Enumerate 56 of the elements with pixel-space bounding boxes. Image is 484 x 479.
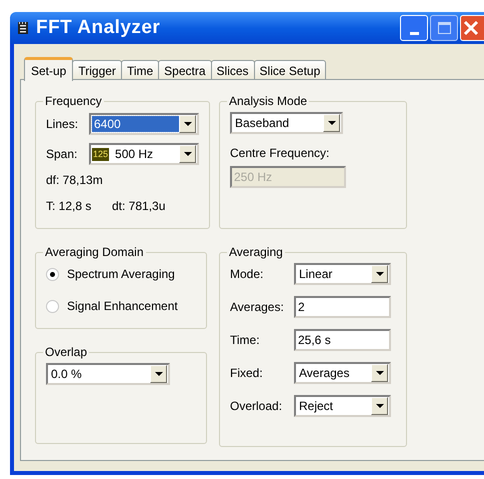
minimize-button[interactable]: [400, 15, 428, 41]
group-title: Frequency: [44, 93, 103, 110]
field-label: Averages:: [230, 299, 285, 316]
tab[interactable]: Spectra: [158, 60, 212, 80]
group-title: Averaging: [228, 244, 284, 261]
input-field[interactable]: 2: [294, 296, 391, 318]
caret-icon: [376, 272, 384, 276]
dropdown[interactable]: Linear: [294, 263, 391, 285]
readout-text: df: 78,13m: [46, 172, 104, 189]
dropdown-arrow-button[interactable]: [323, 114, 340, 132]
number-format-icon: 125: [92, 148, 110, 160]
group-title: Averaging Domain: [44, 244, 145, 261]
readout-text: T: 12,8 s: [46, 198, 92, 215]
radio-label: Signal Enhancement: [67, 298, 178, 315]
tab[interactable]: Slice Setup: [254, 60, 326, 80]
radio-button[interactable]: [46, 300, 59, 312]
tab[interactable]: Slices: [210, 60, 255, 80]
close-icon: [463, 20, 479, 36]
field-label: Span:: [46, 146, 78, 163]
dropdown[interactable]: 125 500 Hz: [89, 143, 199, 165]
dropdown[interactable]: 6400: [89, 113, 199, 135]
dropdown-arrow-button[interactable]: [179, 115, 196, 133]
field-label: Mode:: [230, 266, 264, 283]
field-label: Fixed:: [230, 365, 264, 382]
field-label: Centre Frequency:: [230, 145, 330, 162]
dropdown-arrow-button[interactable]: [371, 397, 388, 415]
dropdown[interactable]: 0.0 %: [46, 363, 170, 385]
group-title: Overlap: [44, 344, 88, 361]
input-field[interactable]: 25,6 s: [294, 329, 391, 351]
caret-icon: [376, 371, 384, 375]
window-title: FFT Analyzer: [36, 16, 162, 40]
caret-icon: [328, 121, 336, 125]
tab[interactable]: Set-up: [24, 57, 74, 81]
dropdown-arrow-button[interactable]: [179, 145, 196, 163]
group-title: Analysis Mode: [228, 93, 308, 110]
dropdown-arrow-button[interactable]: [150, 365, 167, 383]
caret-icon: [184, 122, 192, 126]
dropdown[interactable]: Reject: [294, 395, 391, 417]
caret-icon: [376, 404, 384, 408]
caret-icon: [154, 372, 162, 376]
tab[interactable]: Time: [120, 60, 160, 80]
field-label: Overload:: [230, 398, 284, 415]
dropdown[interactable]: Baseband: [230, 112, 343, 134]
maximize-button[interactable]: [430, 15, 458, 41]
dropdown-arrow-button[interactable]: [371, 364, 388, 382]
close-button[interactable]: [460, 15, 484, 41]
field-label: Lines:: [46, 116, 80, 133]
readout-text: dt: 781,3u: [112, 198, 166, 215]
radio-button[interactable]: [46, 268, 59, 280]
dropdown[interactable]: Averages: [294, 362, 391, 384]
window-icon: [16, 21, 30, 35]
tab[interactable]: Trigger: [72, 60, 122, 80]
caret-icon: [184, 152, 192, 156]
dropdown-arrow-button[interactable]: [371, 265, 388, 283]
radio-label: Spectrum Averaging: [67, 266, 175, 283]
field-label: Time:: [230, 332, 261, 349]
